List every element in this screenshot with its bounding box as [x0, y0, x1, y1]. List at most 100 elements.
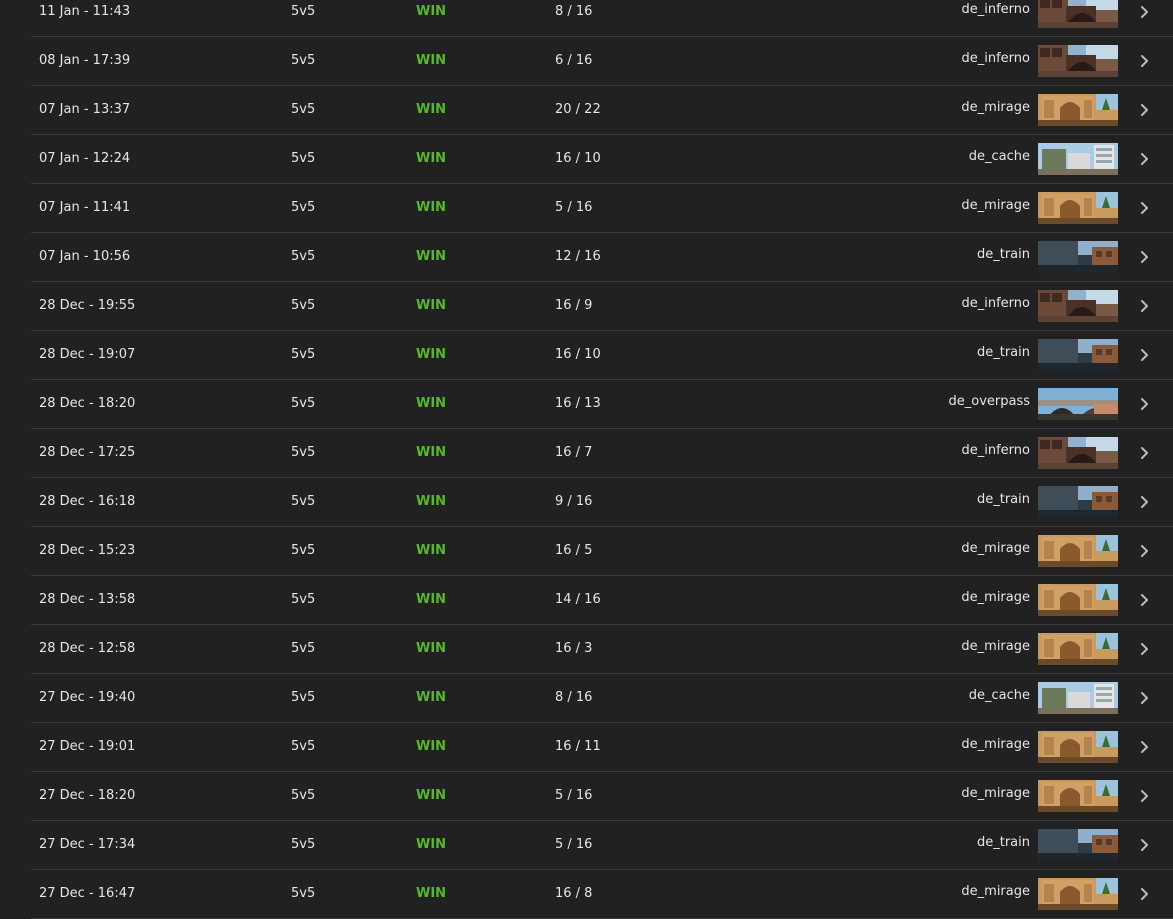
match-row[interactable]: 28 Dec - 17:25 5v5 WIN 16 / 7 de_inferno — [31, 429, 1173, 478]
match-mode: 5v5 — [291, 837, 316, 852]
map-thumbnail — [1038, 535, 1118, 567]
map-thumbnail — [1038, 731, 1118, 763]
match-result: WIN — [416, 53, 447, 68]
chevron-right-icon[interactable] — [1137, 691, 1151, 705]
match-mode: 5v5 — [291, 200, 316, 215]
map-name: de_inferno — [961, 51, 1031, 66]
match-date: 27 Dec - 19:01 — [39, 739, 136, 754]
match-result: WIN — [416, 396, 447, 411]
match-row[interactable]: 28 Dec - 12:58 5v5 WIN 16 / 3 de_mirage — [31, 625, 1173, 674]
match-score: 16 / 11 — [555, 739, 601, 754]
match-row[interactable]: 07 Jan - 10:56 5v5 WIN 12 / 16 de_train — [31, 233, 1173, 282]
match-row[interactable]: 28 Dec - 19:55 5v5 WIN 16 / 9 de_inferno — [31, 282, 1173, 331]
match-mode: 5v5 — [291, 53, 316, 68]
match-row[interactable]: 28 Dec - 15:23 5v5 WIN 16 / 5 de_mirage — [31, 527, 1173, 576]
map-thumbnail — [1038, 192, 1118, 224]
match-date: 28 Dec - 19:07 — [39, 347, 136, 362]
match-row[interactable]: 07 Jan - 13:37 5v5 WIN 20 / 22 de_mirage — [31, 86, 1173, 135]
match-row[interactable]: 27 Dec - 18:20 5v5 WIN 5 / 16 de_mirage — [31, 772, 1173, 821]
match-score: 8 / 16 — [555, 4, 593, 19]
match-result: WIN — [416, 4, 447, 19]
match-row[interactable]: 28 Dec - 13:58 5v5 WIN 14 / 16 de_mirage — [31, 576, 1173, 625]
match-row[interactable]: 07 Jan - 12:24 5v5 WIN 16 / 10 de_cache — [31, 135, 1173, 184]
match-result: WIN — [416, 543, 447, 558]
match-date: 28 Dec - 16:18 — [39, 494, 136, 509]
match-score: 5 / 16 — [555, 200, 593, 215]
map-name: de_inferno — [961, 443, 1031, 458]
match-mode: 5v5 — [291, 249, 316, 264]
chevron-right-icon[interactable] — [1137, 348, 1151, 362]
match-row[interactable]: 08 Jan - 17:39 5v5 WIN 6 / 16 de_inferno — [31, 37, 1173, 86]
map-name: de_train — [976, 835, 1030, 850]
map-thumbnail — [1038, 241, 1118, 273]
chevron-right-icon[interactable] — [1137, 152, 1151, 166]
map-thumbnail — [1038, 94, 1118, 126]
match-row[interactable]: 27 Dec - 19:40 5v5 WIN 8 / 16 de_cache — [31, 674, 1173, 723]
map-thumbnail — [1038, 339, 1118, 371]
match-result: WIN — [416, 102, 447, 117]
match-score: 16 / 8 — [555, 886, 593, 901]
map-name: de_mirage — [961, 198, 1030, 213]
match-row[interactable]: 28 Dec - 19:07 5v5 WIN 16 / 10 de_train — [31, 331, 1173, 380]
map-name: de_train — [976, 247, 1030, 262]
match-date: 07 Jan - 11:41 — [39, 200, 131, 215]
map-thumbnail — [1038, 780, 1118, 812]
match-date: 28 Dec - 17:25 — [39, 445, 136, 460]
match-result: WIN — [416, 837, 447, 852]
match-row[interactable]: 27 Dec - 17:34 5v5 WIN 5 / 16 de_train — [31, 821, 1173, 870]
match-score: 14 / 16 — [555, 592, 601, 607]
chevron-right-icon[interactable] — [1137, 544, 1151, 558]
map-thumbnail — [1038, 633, 1118, 665]
match-row[interactable]: 28 Dec - 16:18 5v5 WIN 9 / 16 de_train — [31, 478, 1173, 527]
chevron-right-icon[interactable] — [1137, 54, 1151, 68]
match-score: 16 / 13 — [555, 396, 601, 411]
match-score: 20 / 22 — [555, 102, 601, 117]
map-thumbnail — [1038, 0, 1118, 28]
chevron-right-icon[interactable] — [1137, 838, 1151, 852]
match-row[interactable]: 27 Dec - 19:01 5v5 WIN 16 / 11 de_mirage — [31, 723, 1173, 772]
map-name: de_cache — [968, 688, 1030, 703]
map-name: de_mirage — [961, 786, 1030, 801]
match-row[interactable]: 27 Dec - 16:47 5v5 WIN 16 / 8 de_mirage — [31, 870, 1173, 919]
match-result: WIN — [416, 151, 447, 166]
match-row[interactable]: 07 Jan - 11:41 5v5 WIN 5 / 16 de_mirage — [31, 184, 1173, 233]
map-name: de_train — [976, 345, 1030, 360]
match-mode: 5v5 — [291, 494, 316, 509]
chevron-right-icon[interactable] — [1137, 103, 1151, 117]
match-result: WIN — [416, 592, 447, 607]
match-result: WIN — [416, 886, 447, 901]
match-row[interactable]: 28 Dec - 18:20 5v5 WIN 16 / 13 de_overpa… — [31, 380, 1173, 429]
chevron-right-icon[interactable] — [1137, 789, 1151, 803]
map-thumbnail — [1038, 829, 1118, 861]
match-date: 27 Dec - 17:34 — [39, 837, 136, 852]
chevron-right-icon[interactable] — [1137, 887, 1151, 901]
chevron-right-icon[interactable] — [1137, 299, 1151, 313]
map-name: de_inferno — [961, 2, 1031, 17]
chevron-right-icon[interactable] — [1137, 397, 1151, 411]
chevron-right-icon[interactable] — [1137, 495, 1151, 509]
match-result: WIN — [416, 249, 447, 264]
match-mode: 5v5 — [291, 690, 316, 705]
map-name: de_mirage — [961, 541, 1030, 556]
chevron-right-icon[interactable] — [1137, 5, 1151, 19]
match-date: 28 Dec - 13:58 — [39, 592, 136, 607]
match-date: 07 Jan - 10:56 — [39, 249, 131, 264]
chevron-right-icon[interactable] — [1137, 740, 1151, 754]
chevron-right-icon[interactable] — [1137, 250, 1151, 264]
match-mode: 5v5 — [291, 4, 316, 19]
match-date: 27 Dec - 16:47 — [39, 886, 136, 901]
match-result: WIN — [416, 445, 447, 460]
chevron-right-icon[interactable] — [1137, 593, 1151, 607]
map-thumbnail — [1038, 486, 1118, 518]
match-score: 12 / 16 — [555, 249, 601, 264]
map-name: de_inferno — [961, 296, 1031, 311]
chevron-right-icon[interactable] — [1137, 446, 1151, 460]
map-thumbnail — [1038, 290, 1118, 322]
match-mode: 5v5 — [291, 641, 316, 656]
match-row[interactable]: 11 Jan - 11:43 5v5 WIN 8 / 16 de_inferno — [31, 0, 1173, 37]
match-result: WIN — [416, 739, 447, 754]
match-result: WIN — [416, 347, 447, 362]
chevron-right-icon[interactable] — [1137, 642, 1151, 656]
chevron-right-icon[interactable] — [1137, 201, 1151, 215]
match-mode: 5v5 — [291, 102, 316, 117]
